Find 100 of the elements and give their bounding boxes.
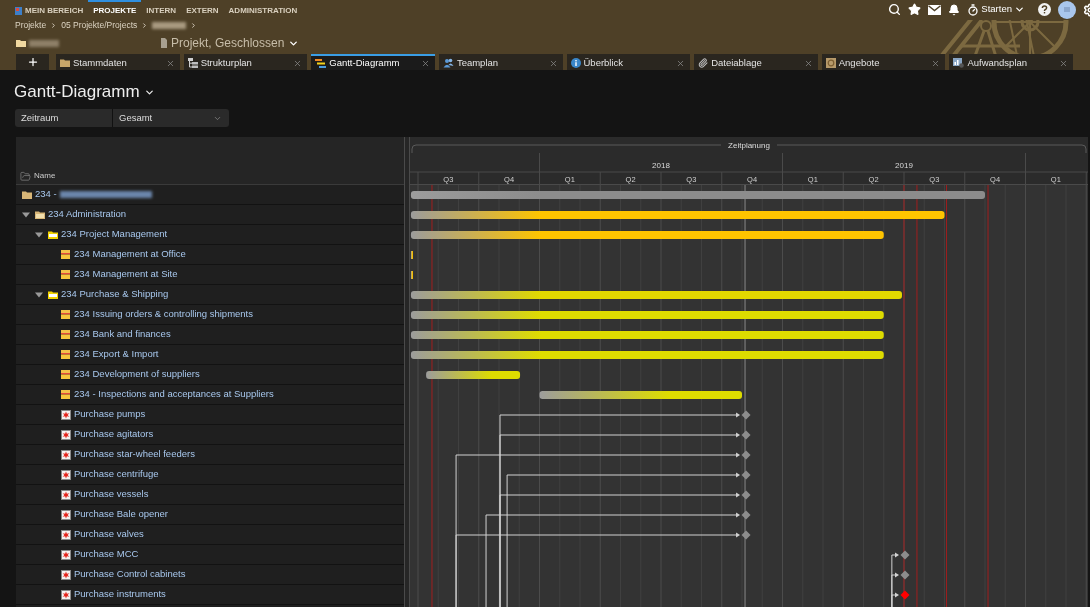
starburst-icon xyxy=(61,449,71,460)
chevron-right-icon xyxy=(141,22,149,29)
caret-down-icon[interactable] xyxy=(22,210,30,219)
nav-link[interactable]: ADMINISTRATION xyxy=(223,0,303,20)
tree-item-link[interactable]: 234 Administration xyxy=(48,207,127,222)
tree-structure-icon xyxy=(187,58,198,68)
layered-folder-icon xyxy=(61,250,70,259)
tree-item-link[interactable]: 234 Export & Import xyxy=(74,347,159,362)
paperclip-icon xyxy=(698,58,709,68)
tree-item-link[interactable]: Purchase agitators xyxy=(74,427,154,442)
caret-down-icon[interactable] xyxy=(35,230,43,239)
tree-item-link[interactable]: 234 - xyxy=(35,187,57,202)
tab[interactable]: Aufwandsplan xyxy=(949,54,1073,70)
layered-folder-icon xyxy=(61,370,70,379)
tree-item-link[interactable]: Purchase pumps xyxy=(74,407,146,422)
close-icon[interactable] xyxy=(931,58,941,68)
close-icon[interactable] xyxy=(676,58,686,68)
mail-icon[interactable] xyxy=(928,4,942,15)
tree-item-link[interactable]: 234 Project Management xyxy=(61,227,168,242)
close-icon[interactable] xyxy=(1059,58,1068,68)
year-label: 2018 xyxy=(652,160,670,170)
status-dropdown[interactable]: Projekt, Geschlossen xyxy=(161,34,300,52)
chevron-right-icon xyxy=(50,22,58,29)
close-icon[interactable] xyxy=(293,58,303,68)
breadcrumb-link[interactable]: 05 Projekte/Projects xyxy=(61,19,138,32)
starburst-icon xyxy=(61,429,71,440)
tree-item-link[interactable]: Purchase valves xyxy=(74,527,144,542)
layered-folder-icon xyxy=(61,330,70,339)
layered-folder-icon xyxy=(61,270,70,279)
tree-item-link[interactable]: Purchase star-wheel feeders xyxy=(74,447,195,462)
stopwatch-icon xyxy=(967,3,980,16)
view-title-dropdown[interactable]: Gantt-Diagramm xyxy=(14,81,155,103)
tree-item-link[interactable]: Purchase instruments xyxy=(74,587,166,602)
tree-item-link[interactable]: 234 - Inspections and acceptances at Suppliers xyxy=(74,387,274,402)
tree-item-link[interactable]: Purchase MCC xyxy=(74,547,139,562)
starburst-icon xyxy=(61,469,71,480)
folder-open-icon xyxy=(20,171,31,182)
year-label: 2019 xyxy=(895,160,913,170)
tree-item-link[interactable]: 234 Issuing orders & controlling shipments xyxy=(74,307,253,322)
starburst-icon xyxy=(61,489,71,500)
folder-icon xyxy=(22,190,32,199)
tree-item-link[interactable]: 234 Management at Office xyxy=(74,247,186,262)
start-timer-button[interactable]: Starten xyxy=(967,2,1025,17)
layered-folder-icon xyxy=(61,390,70,399)
tree-item-link[interactable]: Purchase vessels xyxy=(74,487,149,502)
tree-item-link[interactable]: 234 Management at Site xyxy=(74,267,178,282)
close-icon[interactable] xyxy=(803,58,813,68)
tab[interactable]: Stammdaten xyxy=(56,54,180,70)
folder-icon xyxy=(48,230,58,239)
filter-label: Zeitraum xyxy=(15,109,113,127)
chart-title: Zeitplanung xyxy=(728,140,770,150)
close-icon[interactable] xyxy=(165,58,175,68)
people-icon xyxy=(442,58,454,68)
breadcrumb-link[interactable]: Projekte xyxy=(15,19,47,32)
star-icon[interactable] xyxy=(908,3,922,16)
folder-icon xyxy=(35,210,45,219)
bell-icon[interactable] xyxy=(948,3,961,16)
stamped-document-icon xyxy=(825,58,836,68)
folder-icon xyxy=(16,39,26,47)
nav-link[interactable]: PROJEKTE xyxy=(88,0,142,20)
tree-item-link[interactable]: 234 Bank and finances xyxy=(74,327,171,342)
document-icon xyxy=(161,38,167,48)
plus-icon xyxy=(26,56,39,68)
avatar-icon[interactable] xyxy=(1058,0,1076,19)
close-icon[interactable] xyxy=(548,58,558,68)
tree-item-link[interactable]: 234 Development of suppliers xyxy=(74,367,200,382)
chevron-right-icon xyxy=(190,22,198,29)
tab[interactable]: Dateiablage xyxy=(694,54,818,70)
nav-link[interactable]: EXTERN xyxy=(181,0,224,20)
tree-item-link[interactable]: Purchase centrifuge xyxy=(74,467,159,482)
tab[interactable]: Überblick xyxy=(566,54,691,70)
close-icon[interactable] xyxy=(420,58,430,68)
new-tab-button[interactable] xyxy=(16,54,49,70)
chart-icon xyxy=(953,58,965,68)
tree-item-link[interactable]: 234 Purchase & Shipping xyxy=(61,287,169,302)
tab[interactable]: Gantt-Diagramm xyxy=(311,54,435,70)
help-icon[interactable] xyxy=(1038,3,1051,16)
tree-item-link[interactable]: Purchase Control cabinets xyxy=(74,567,186,582)
caret-down-icon[interactable] xyxy=(35,290,43,299)
column-label: Name xyxy=(34,170,56,182)
search-icon[interactable] xyxy=(888,3,902,16)
tab[interactable]: Strukturplan xyxy=(183,54,308,70)
starburst-icon xyxy=(61,409,71,420)
tab[interactable]: Angebote xyxy=(821,54,946,70)
tree-item-link[interactable]: Purchase Bale opener xyxy=(74,507,168,522)
starburst-icon xyxy=(61,549,71,560)
info-icon xyxy=(570,58,581,68)
folder-icon xyxy=(60,59,70,67)
starburst-icon xyxy=(61,589,71,600)
card-icon xyxy=(15,7,22,15)
nav-link[interactable]: MEIN BEREICH xyxy=(10,0,89,20)
starburst-icon xyxy=(61,529,71,540)
gantt-bars-icon xyxy=(315,58,327,68)
period-select[interactable]: Gesamt xyxy=(113,109,229,127)
nav-link[interactable]: INTERN xyxy=(141,0,182,20)
layered-folder-icon xyxy=(61,310,70,319)
folder-icon xyxy=(48,290,58,299)
layered-folder-icon xyxy=(61,350,70,359)
starburst-icon xyxy=(61,509,71,520)
tab[interactable]: Teamplan xyxy=(438,54,563,70)
